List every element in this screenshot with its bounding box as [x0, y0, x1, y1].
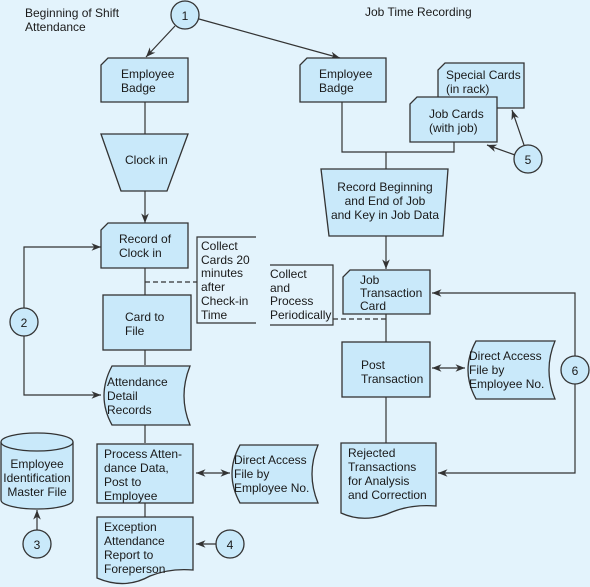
svg-text:Attendance: Attendance — [25, 20, 86, 34]
svg-text:Attendance: Attendance — [107, 375, 168, 389]
svg-text:Collect: Collect — [270, 267, 307, 281]
svg-text:Employee No.: Employee No. — [234, 481, 309, 495]
svg-text:3: 3 — [34, 538, 41, 552]
direct-access-file-right: Direct Access File by Employee No. — [467, 340, 556, 400]
connector-6: 6 — [560, 355, 590, 385]
svg-text:Identification: Identification — [3, 471, 70, 485]
svg-text:Post: Post — [361, 358, 386, 372]
connector-3: 3 — [22, 529, 52, 559]
process-attendance-data: Process Atten- dance Data, Post to Emplo… — [96, 443, 194, 504]
svg-text:(in rack): (in rack) — [446, 82, 489, 96]
svg-text:1: 1 — [182, 9, 189, 23]
svg-text:Beginning of Shift: Beginning of Shift — [25, 6, 120, 20]
annotation-collect-process: Collect and Process Periodically — [270, 267, 331, 322]
svg-text:Direct Access: Direct Access — [469, 349, 542, 363]
svg-text:Direct Access: Direct Access — [234, 453, 307, 467]
svg-text:Job Cards: Job Cards — [429, 107, 484, 121]
svg-text:Employee No.: Employee No. — [469, 377, 544, 391]
svg-text:Transactions: Transactions — [348, 460, 416, 474]
svg-text:Report to: Report to — [104, 548, 154, 562]
svg-text:(with job): (with job) — [429, 121, 478, 135]
svg-text:Special Cards: Special Cards — [446, 68, 521, 82]
svg-text:Transaction: Transaction — [360, 286, 422, 300]
svg-text:dance Data,: dance Data, — [104, 461, 169, 475]
svg-text:Card to: Card to — [125, 310, 165, 324]
clock-in: Clock in — [100, 133, 189, 192]
svg-text:5: 5 — [525, 153, 532, 167]
card-to-file: Card to File — [102, 294, 192, 351]
svg-text:File: File — [125, 324, 145, 338]
svg-text:and: and — [270, 281, 290, 295]
svg-text:File by: File by — [469, 363, 504, 377]
svg-text:Periodically: Periodically — [270, 308, 331, 322]
svg-text:Foreperson: Foreperson — [104, 562, 165, 576]
connector-4: 4 — [215, 529, 245, 559]
svg-text:Post to: Post to — [104, 475, 142, 489]
exception-attendance-report: Exception Attendance Report to Foreperso… — [96, 516, 194, 585]
svg-text:Process: Process — [270, 294, 313, 308]
svg-text:for Analysis: for Analysis — [348, 474, 409, 488]
svg-text:and Correction: and Correction — [348, 488, 427, 502]
svg-text:Employee: Employee — [10, 457, 64, 471]
svg-text:and Key in Job Data: and Key in Job Data — [331, 208, 439, 222]
svg-text:Badge: Badge — [121, 81, 156, 95]
title-right: Job Time Recording — [365, 5, 472, 19]
svg-text:Employee: Employee — [319, 67, 373, 81]
svg-text:and End of Job: and End of Job — [345, 194, 426, 208]
connector-2: 2 — [9, 307, 39, 337]
svg-text:2: 2 — [21, 316, 28, 330]
svg-text:Record Beginning: Record Beginning — [337, 180, 432, 194]
svg-text:Badge: Badge — [319, 81, 354, 95]
employee-master-file: Employee Identification Master File — [0, 432, 74, 510]
svg-text:Process Atten-: Process Atten- — [104, 447, 182, 461]
svg-text:Clock in: Clock in — [125, 153, 168, 167]
record-beginning-end-of-job: Record Beginning and End of Job and Key … — [320, 168, 449, 237]
svg-text:Cards 20: Cards 20 — [201, 253, 250, 267]
svg-text:Employee: Employee — [104, 489, 158, 503]
svg-text:4: 4 — [227, 538, 234, 552]
job-transaction-card: Job Transaction Card — [342, 269, 431, 315]
direct-access-file-left: Direct Access File by Employee No. — [231, 444, 319, 504]
job-cards: Job Cards (with job) — [409, 96, 498, 143]
employee-badge-left: Employee Badge — [100, 57, 189, 103]
connector-1: 1 — [170, 0, 200, 30]
annotation-collect-cards: Collect Cards 20 minutes after Check-in … — [201, 239, 250, 322]
svg-text:Rejected: Rejected — [348, 446, 395, 460]
attendance-detail-records: Attendance Detail Records — [103, 365, 191, 426]
svg-text:Clock in: Clock in — [119, 246, 162, 260]
svg-text:Exception: Exception — [104, 520, 157, 534]
rejected-transactions: Rejected Transactions for Analysis and C… — [340, 442, 437, 519]
record-of-clock-in: Record of Clock in — [100, 222, 189, 269]
svg-text:Record of: Record of — [119, 232, 172, 246]
employee-badge-right: Employee Badge — [299, 57, 387, 103]
svg-text:Time: Time — [201, 308, 228, 322]
svg-text:Collect: Collect — [201, 239, 238, 253]
svg-text:Detail: Detail — [107, 389, 138, 403]
svg-text:Card: Card — [360, 299, 386, 313]
svg-text:Job: Job — [360, 273, 380, 287]
svg-text:6: 6 — [572, 364, 579, 378]
svg-text:Master File: Master File — [7, 485, 67, 499]
svg-text:Check-in: Check-in — [201, 294, 248, 308]
svg-text:Transaction: Transaction — [361, 372, 423, 386]
svg-text:minutes: minutes — [201, 266, 243, 280]
title-left: Beginning of Shift Attendance — [25, 6, 120, 34]
flowchart: Beginning of Shift Attendance Job Time R… — [0, 0, 590, 585]
svg-text:Records: Records — [107, 403, 152, 417]
svg-text:after: after — [201, 280, 225, 294]
connector-5: 5 — [513, 144, 543, 174]
post-transaction: Post Transaction — [341, 341, 431, 398]
svg-text:Employee: Employee — [121, 67, 175, 81]
svg-text:File by: File by — [234, 467, 269, 481]
svg-text:Attendance: Attendance — [104, 534, 165, 548]
